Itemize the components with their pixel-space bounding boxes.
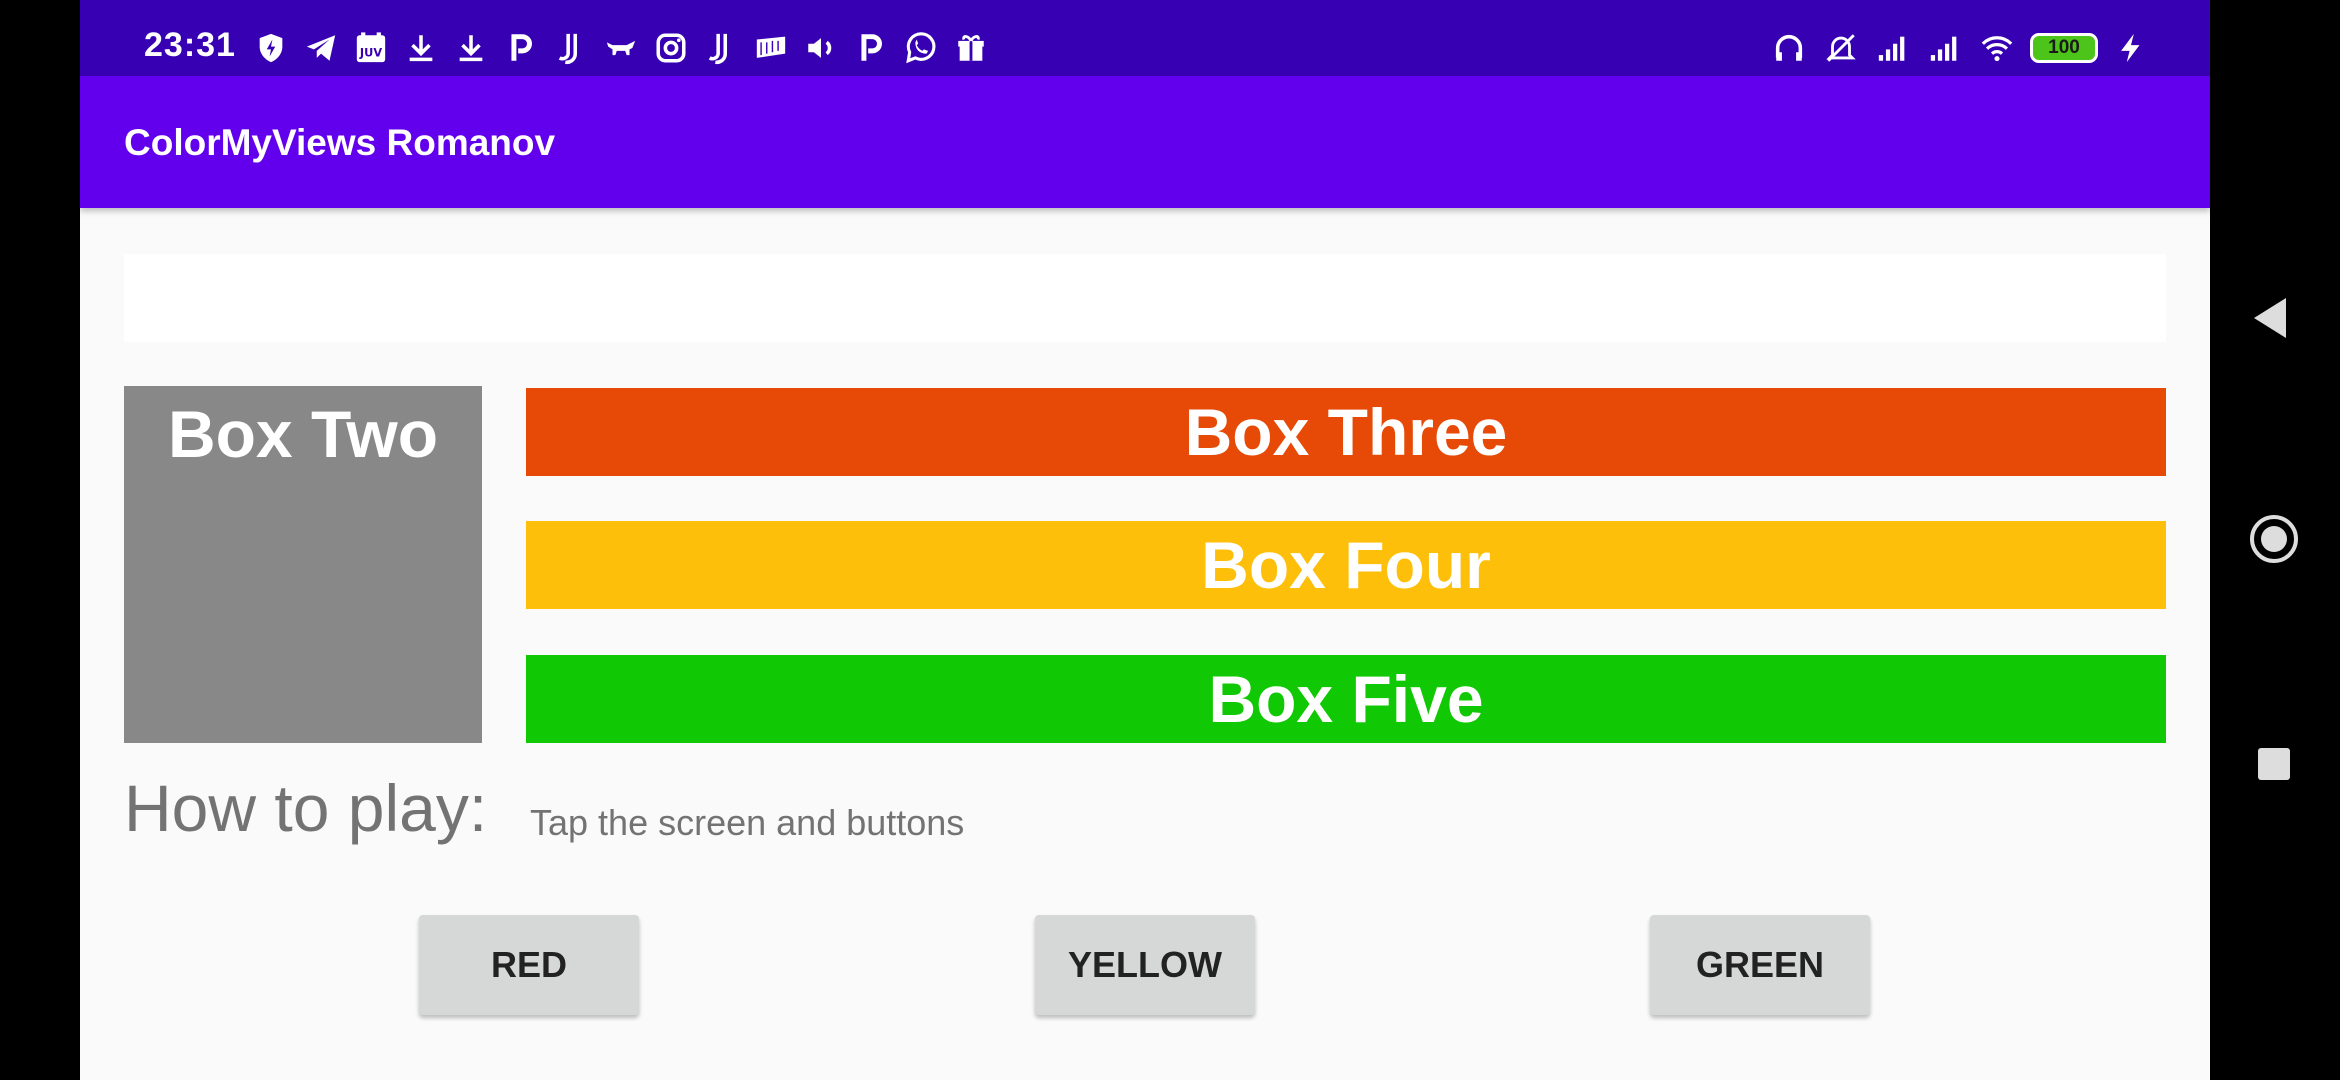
how-to-play-text: Tap the screen and buttons [530,802,965,843]
status-bar: 23:31 JUV 100 [80,0,2210,76]
juv-icon: JUV [352,29,390,67]
download-icon [452,29,490,67]
telegram-icon [302,29,340,67]
recents-icon[interactable] [2258,748,2290,780]
how-to-play-label: How to play: [124,771,488,845]
headphones-icon [1770,29,1808,67]
gift-icon [952,29,990,67]
shield-icon [252,29,290,67]
navigation-bar [2210,0,2340,1080]
charging-icon [2112,29,2150,67]
mute-bell-icon [1822,29,1860,67]
box-four[interactable]: Box Four [526,521,2166,609]
box-two[interactable]: Box Two [124,386,482,743]
red-button[interactable]: RED [419,915,639,1015]
home-icon[interactable] [2250,515,2298,563]
speaker-icon [802,29,840,67]
app-bar: ColorMyViews Romanov [80,76,2210,208]
bull-icon [602,29,640,67]
signal-icon [1874,29,1912,67]
box-three[interactable]: Box Three [526,388,2166,476]
viber-icon [902,29,940,67]
svg-text:JUV: JUV [359,46,382,60]
box-one[interactable] [124,254,2166,342]
status-time: 23:31 [144,26,236,64]
download-icon [402,29,440,67]
flag-icon [752,29,790,67]
p-icon [852,29,890,67]
juventus-icon [552,29,590,67]
box-five[interactable]: Box Five [526,655,2166,743]
signal-icon [1926,29,1964,67]
juventus-icon [702,29,740,67]
yellow-button[interactable]: YELLOW [1035,915,1255,1015]
wifi-icon [1978,29,2016,67]
app-screen: 23:31 JUV 100 ColorMyViews Romanov Box T… [80,0,2210,1080]
notification-icons: JUV [252,26,990,70]
p-icon [502,29,540,67]
back-icon[interactable] [2254,298,2286,338]
green-button[interactable]: GREEN [1650,915,1870,1015]
app-title: ColorMyViews Romanov [124,122,556,163]
system-status-icons: 100 [1770,26,2150,70]
battery-icon: 100 [2030,33,2098,63]
instagram-icon [652,29,690,67]
